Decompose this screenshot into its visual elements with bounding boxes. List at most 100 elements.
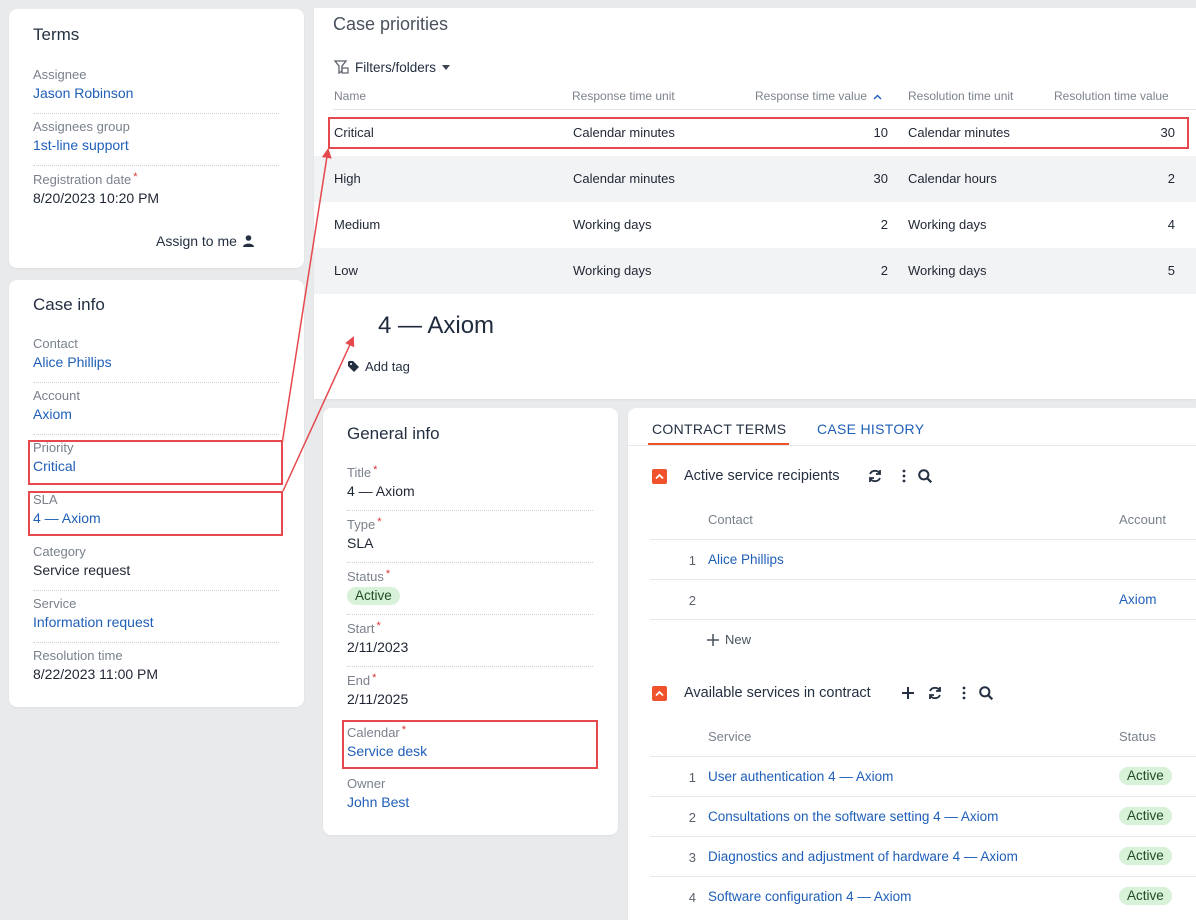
contact-label: Contact: [33, 336, 78, 351]
caret-down-icon: [442, 64, 451, 70]
list-item[interactable]: 1 Alice Phillips: [650, 540, 1196, 580]
table-row-high[interactable]: High Calendar minutes 30 Calendar hours …: [314, 156, 1196, 202]
column-header-response-value[interactable]: Response time value: [755, 89, 882, 103]
end-field[interactable]: End * 2/11/2025: [347, 672, 593, 707]
calendar-field[interactable]: Calendar * Service desk: [347, 724, 593, 759]
contact-field[interactable]: Contact Alice Phillips: [33, 336, 279, 383]
recipients-col-account[interactable]: Account: [1119, 512, 1166, 527]
owner-field[interactable]: Owner John Best: [347, 776, 593, 810]
cell-resolution-value: 2: [1167, 171, 1175, 186]
divider: [347, 666, 593, 667]
service-link[interactable]: Consultations on the software setting 4 …: [708, 809, 998, 824]
column-header-response-value-label: Response time value: [755, 89, 868, 103]
filters-folders-button[interactable]: Filters/folders: [333, 59, 451, 75]
column-header-name[interactable]: Name: [334, 89, 366, 103]
type-field[interactable]: Type * SLA: [347, 516, 593, 563]
start-field[interactable]: Start * 2/11/2023: [347, 620, 593, 667]
add-icon[interactable]: [900, 685, 916, 701]
column-header-resolution-value[interactable]: Resolution time value: [1054, 89, 1169, 103]
category-value[interactable]: Service request: [33, 562, 279, 578]
title-value[interactable]: 4 — Axiom: [347, 483, 593, 499]
services-col-status[interactable]: Status: [1119, 729, 1156, 744]
calendar-value[interactable]: Service desk: [347, 743, 593, 759]
registration-date-field[interactable]: Registration date * 8/20/2023 10:20 PM: [33, 171, 279, 206]
row-number: 2: [688, 810, 696, 825]
contact-value[interactable]: Alice Phillips: [33, 354, 279, 370]
plus-icon: [707, 633, 719, 646]
service-link[interactable]: Software configuration 4 — Axiom: [708, 889, 911, 904]
general-info-card: General info Title * 4 — Axiom Type * SLA …: [323, 408, 618, 835]
list-item[interactable]: 2 Axiom: [650, 580, 1196, 620]
refresh-icon[interactable]: [867, 468, 883, 484]
divider: [33, 382, 279, 383]
service-value[interactable]: Information request: [33, 614, 279, 630]
account-label: Account: [33, 388, 80, 403]
new-recipient-button[interactable]: New: [707, 632, 751, 647]
add-tag-button[interactable]: Add tag: [348, 359, 410, 374]
end-value[interactable]: 2/11/2025: [347, 691, 593, 707]
refresh-icon[interactable]: [927, 685, 943, 701]
case-priorities-title: Case priorities: [333, 14, 449, 34]
owner-value[interactable]: John Best: [347, 794, 593, 810]
service-link[interactable]: Diagnostics and adjustment of hardware 4…: [708, 849, 1018, 864]
assignee-field[interactable]: Assignee Jason Robinson: [33, 67, 279, 114]
recipient-account[interactable]: Axiom: [1119, 592, 1157, 607]
start-value[interactable]: 2/11/2023: [347, 639, 593, 655]
registration-date-value[interactable]: 8/20/2023 10:20 PM: [33, 190, 279, 206]
table-row[interactable]: 1 User authentication 4 — Axiom Active: [650, 757, 1196, 797]
resolution-time-value[interactable]: 8/22/2023 11:00 PM: [33, 666, 279, 682]
service-link[interactable]: User authentication 4 — Axiom: [708, 769, 893, 784]
assign-to-me-button[interactable]: Assign to me: [156, 233, 254, 249]
account-value[interactable]: Axiom: [33, 406, 279, 422]
priority-field[interactable]: Priority Critical: [33, 440, 279, 474]
column-header-resolution-unit[interactable]: Resolution time unit: [908, 89, 1013, 103]
recipients-col-contact[interactable]: Contact: [708, 512, 753, 527]
priority-value[interactable]: Critical: [33, 458, 279, 474]
divider: [33, 113, 279, 114]
services-col-service[interactable]: Service: [708, 729, 751, 744]
status-field[interactable]: Status * Active: [347, 568, 593, 615]
table-row-low[interactable]: Low Working days 2 Working days 5: [314, 248, 1196, 294]
add-tag-label: Add tag: [365, 359, 410, 374]
column-header-response-unit[interactable]: Response time unit: [572, 89, 675, 103]
search-icon[interactable]: [917, 468, 933, 484]
category-field[interactable]: Category Service request: [33, 544, 279, 591]
end-label: End *: [347, 672, 377, 688]
table-row[interactable]: 4 Software configuration 4 — Axiom Activ…: [650, 877, 1196, 917]
search-icon[interactable]: [978, 685, 994, 701]
title-field[interactable]: Title * 4 — Axiom: [347, 464, 593, 511]
table-row-medium[interactable]: Medium Working days 2 Working days 4: [314, 202, 1196, 248]
cell-resolution-value: 30: [1160, 125, 1175, 140]
table-row-critical[interactable]: Critical Calendar minutes 10 Calendar mi…: [314, 110, 1196, 156]
registration-date-label: Registration date *: [33, 171, 138, 187]
divider: [33, 434, 279, 435]
more-options-icon[interactable]: [956, 685, 972, 701]
cell-response-value: 2: [880, 217, 888, 232]
cell-resolution-value: 4: [1167, 217, 1175, 232]
assignee-value[interactable]: Jason Robinson: [33, 85, 279, 101]
service-field[interactable]: Service Information request: [33, 596, 279, 643]
sla-field[interactable]: SLA 4 — Axiom: [33, 492, 279, 526]
recipient-contact[interactable]: Alice Phillips: [708, 552, 784, 567]
assignees-group-value[interactable]: 1st-line support: [33, 137, 279, 153]
tab-case-history[interactable]: CASE HISTORY: [817, 421, 924, 437]
collapse-services-icon[interactable]: [652, 686, 667, 701]
type-label: Type *: [347, 516, 382, 532]
table-row[interactable]: 3 Diagnostics and adjustment of hardware…: [650, 837, 1196, 877]
terms-card: Terms Assignee Jason Robinson Assignees …: [9, 9, 304, 268]
cell-resolution-unit: Working days: [908, 217, 987, 232]
more-options-icon[interactable]: [896, 468, 912, 484]
divider: [347, 562, 593, 563]
status-value[interactable]: Active: [347, 587, 593, 605]
general-info-title: General info: [347, 424, 440, 443]
assignees-group-field[interactable]: Assignees group 1st-line support: [33, 119, 279, 166]
type-value[interactable]: SLA: [347, 535, 593, 551]
tab-contract-terms[interactable]: CONTRACT TERMS: [652, 421, 786, 437]
collapse-recipients-icon[interactable]: [652, 469, 667, 484]
sla-value[interactable]: 4 — Axiom: [33, 510, 279, 526]
account-field[interactable]: Account Axiom: [33, 388, 279, 435]
divider: [33, 165, 279, 166]
filter-folder-icon: [333, 60, 349, 75]
table-row[interactable]: 2 Consultations on the software setting …: [650, 797, 1196, 837]
resolution-time-field[interactable]: Resolution time 8/22/2023 11:00 PM: [33, 648, 279, 682]
